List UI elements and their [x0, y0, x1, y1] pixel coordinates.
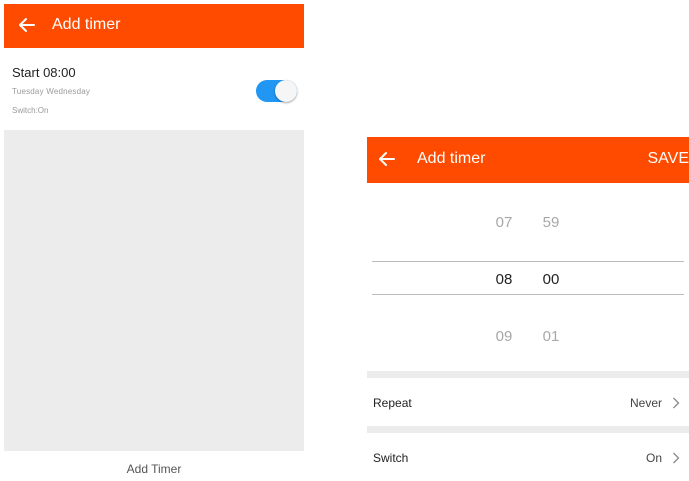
back-arrow-icon[interactable] [376, 148, 398, 170]
app-bar: Add timer [4, 4, 304, 48]
time-picker[interactable]: 07 59 08 00 09 01 [367, 183, 689, 369]
picker-minute-selected[interactable]: 00 [536, 271, 566, 288]
section-divider [367, 426, 689, 433]
picker-minute-prev[interactable]: 59 [536, 214, 566, 231]
add-timer-button[interactable]: Add Timer [4, 451, 304, 481]
back-arrow-icon[interactable] [16, 14, 38, 36]
chevron-right-icon [673, 397, 680, 409]
repeat-label: Repeat [373, 396, 412, 410]
picker-hour-selected[interactable]: 08 [489, 271, 519, 288]
page-title: Add timer [52, 16, 121, 33]
page-title: Add timer [417, 150, 486, 167]
picker-hour-next[interactable]: 09 [489, 328, 519, 345]
picker-selection-line-bottom [372, 294, 684, 295]
switch-row[interactable]: Switch On [367, 436, 689, 481]
app-bar: Add timer SAVE [367, 137, 689, 183]
repeat-value: Never [629, 396, 662, 410]
timer-start-time: Start 08:00 [12, 65, 76, 80]
timer-list-item[interactable]: Start 08:00 Tuesday Wednesday Switch:On [4, 48, 304, 130]
switch-label: Switch [373, 451, 409, 465]
chevron-right-icon [673, 452, 680, 464]
picker-selection-line-top [372, 261, 684, 262]
timer-switch-status: Switch:On [12, 106, 49, 115]
save-button[interactable]: SAVE [648, 150, 689, 168]
picker-minute-next[interactable]: 01 [536, 328, 566, 345]
toggle-knob [275, 80, 297, 102]
timer-list-empty-area [4, 130, 304, 451]
add-timer-screen: Add timer SAVE 07 59 08 00 09 01 Repeat … [367, 137, 689, 481]
timer-list-screen: Add timer Start 08:00 Tuesday Wednesday … [4, 4, 304, 481]
timer-enabled-toggle[interactable] [256, 80, 297, 102]
switch-value: On [645, 451, 662, 465]
picker-hour-prev[interactable]: 07 [489, 214, 519, 231]
repeat-row[interactable]: Repeat Never [367, 381, 689, 427]
section-divider [367, 371, 689, 378]
timer-repeat-days: Tuesday Wednesday [12, 87, 91, 96]
